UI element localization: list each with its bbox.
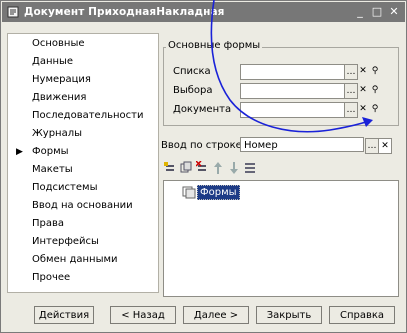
actions-button[interactable]: Действия	[34, 306, 94, 324]
choice-form-label: Выбора	[173, 85, 213, 96]
minimize-icon[interactable]: _	[354, 6, 366, 18]
close-button[interactable]: Закрыть	[256, 306, 322, 324]
copy-form-icon[interactable]	[180, 161, 192, 175]
restore-icon[interactable]: □	[371, 6, 383, 18]
main-forms-group-label: Основные формы	[166, 40, 263, 51]
configuration-window: Документ ПриходнаяНакладная _ □ ✕ Основн…	[0, 0, 407, 333]
search-clear-icon[interactable]: ✕	[378, 138, 392, 154]
choice-form-open-icon[interactable]: ⚲	[369, 83, 381, 97]
section-movements[interactable]: Движения	[32, 90, 86, 106]
section-subsystems[interactable]: Подсистемы	[32, 180, 97, 196]
document-icon	[7, 6, 19, 18]
section-input-based[interactable]: Ввод на основании	[32, 198, 133, 214]
choice-form-field[interactable]	[240, 83, 345, 99]
section-journals[interactable]: Журналы	[32, 126, 82, 142]
move-up-icon[interactable]	[212, 161, 224, 175]
section-other[interactable]: Прочее	[32, 270, 70, 286]
window-title: Документ ПриходнаяНакладная	[24, 6, 225, 18]
section-numbering[interactable]: Нумерация	[32, 72, 91, 88]
list-form-select-icon[interactable]: …	[344, 64, 358, 80]
document-form-open-icon[interactable]: ⚲	[369, 102, 381, 116]
document-form-clear-icon[interactable]: ✕	[357, 102, 369, 116]
section-basic[interactable]: Основные	[32, 36, 85, 52]
delete-form-icon[interactable]	[196, 161, 208, 175]
sort-icon[interactable]	[244, 161, 256, 175]
section-interfaces[interactable]: Интерфейсы	[32, 234, 99, 250]
document-form-select-icon[interactable]: …	[344, 102, 358, 118]
selected-arrow-icon: ▶	[16, 147, 23, 157]
title-bar[interactable]: Документ ПриходнаяНакладная _ □ ✕	[2, 2, 405, 22]
choice-form-clear-icon[interactable]: ✕	[357, 83, 369, 97]
list-form-label: Списка	[173, 66, 211, 77]
help-button[interactable]: Справка	[329, 306, 395, 324]
move-down-icon[interactable]	[228, 161, 240, 175]
list-form-clear-icon[interactable]: ✕	[357, 64, 369, 78]
choice-form-select-icon[interactable]: …	[344, 83, 358, 99]
search-input[interactable]: Номер	[240, 137, 364, 152]
tree-node-label: Формы	[197, 185, 240, 200]
add-form-icon[interactable]	[164, 161, 176, 175]
search-label: Ввод по строке	[161, 140, 242, 151]
section-sequences[interactable]: Последовательности	[32, 108, 143, 124]
back-button[interactable]: < Назад	[110, 306, 176, 324]
list-form-field[interactable]	[240, 64, 345, 80]
next-button[interactable]: Далее >	[183, 306, 249, 324]
forms-folder-icon	[182, 186, 196, 199]
section-templates[interactable]: Макеты	[32, 162, 73, 178]
forms-tree: Формы	[163, 180, 399, 297]
section-data[interactable]: Данные	[32, 54, 73, 70]
document-form-field[interactable]	[240, 102, 345, 118]
search-select-icon[interactable]: …	[365, 138, 379, 154]
section-rights[interactable]: Права	[32, 216, 64, 232]
section-forms[interactable]: Формы	[32, 144, 69, 160]
list-form-open-icon[interactable]: ⚲	[369, 64, 381, 78]
document-form-label: Документа	[173, 104, 232, 115]
section-data-exchange[interactable]: Обмен данными	[32, 252, 118, 268]
close-icon[interactable]: ✕	[388, 6, 400, 18]
sections-list: Основные Данные Нумерация Движения После…	[7, 33, 159, 293]
